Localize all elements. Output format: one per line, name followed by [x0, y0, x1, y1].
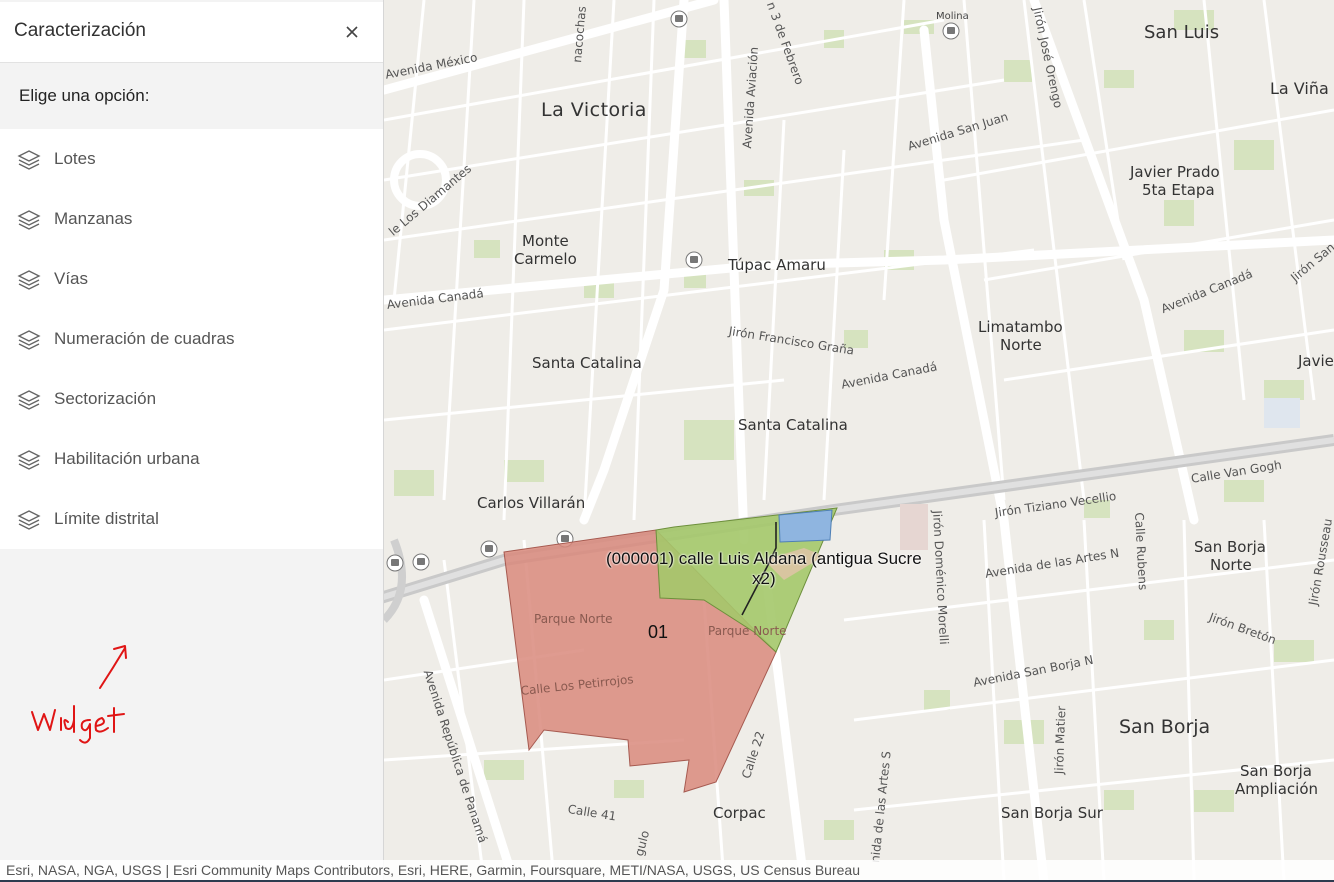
option-label: Habilitación urbana — [54, 449, 200, 468]
layers-icon — [17, 390, 41, 410]
place-label: Javier Prado — [1130, 163, 1220, 181]
widget-panel: Caracterización Elige una opción: Lotes … — [0, 0, 384, 882]
place-label: Carmelo — [514, 250, 577, 268]
park-label: Parque Norte — [534, 612, 613, 626]
option-manzanas[interactable]: Manzanas — [0, 189, 383, 249]
panel-header: Caracterización — [0, 2, 383, 63]
layers-icon — [17, 150, 41, 170]
place-label: Molina — [936, 11, 969, 22]
place-label: San Borja — [1119, 716, 1211, 738]
prompt-label: Elige una opción: — [19, 86, 150, 105]
option-vias[interactable]: Vías — [0, 249, 383, 309]
option-label: Sectorización — [54, 389, 157, 408]
block-polygon[interactable] — [778, 509, 833, 543]
place-label: San Borja — [1240, 762, 1312, 780]
options-list: Lotes Manzanas Vías Numeración de cuadra… — [0, 129, 383, 549]
place-label: Monte — [522, 232, 569, 250]
attribution-text: Esri, NASA, NGA, USGS | Esri Community M… — [6, 862, 860, 878]
place-label: Ampliación — [1235, 780, 1319, 798]
place-label: Javie — [1298, 352, 1334, 370]
place-label: San Borja Sur — [1001, 804, 1103, 822]
option-label: Vías — [54, 269, 89, 288]
place-label: San Borja — [1194, 538, 1266, 556]
place-label: Norte — [1000, 336, 1042, 354]
options-prompt: Elige una opción: — [0, 63, 383, 129]
map-view[interactable]: La Victoria San Luis La Viña Javier Prad… — [384, 0, 1334, 882]
sector-label: 01 — [648, 622, 669, 642]
park-label: Parque Norte — [708, 624, 787, 638]
layers-icon — [17, 270, 41, 290]
layers-icon — [17, 330, 41, 350]
place-label: San Luis — [1144, 22, 1220, 43]
place-label: 5ta Etapa — [1142, 181, 1215, 199]
widget-handwritten-annotation — [31, 645, 127, 744]
map-attribution: Esri, NASA, NGA, USGS | Esri Community M… — [0, 860, 1334, 882]
option-habilitacion-urbana[interactable]: Habilitación urbana — [0, 429, 383, 489]
option-numeracion-cuadras[interactable]: Numeración de cuadras — [0, 309, 383, 369]
place-label: Corpac — [713, 804, 766, 822]
place-label: Carlos Villarán — [477, 494, 586, 512]
layers-icon — [17, 510, 41, 530]
panel-title: Caracterización — [14, 20, 146, 41]
street-feature-label: (000001) calle Luis Aldana (antigua Sucr… — [606, 549, 922, 568]
feature-layer[interactable] — [384, 0, 1334, 882]
option-label: Manzanas — [54, 209, 133, 228]
place-label: La Victoria — [541, 99, 647, 121]
street-feature-label-continued: x2) — [752, 569, 776, 588]
street-label: Jirón Matier — [1052, 705, 1069, 775]
close-icon[interactable] — [340, 20, 364, 44]
layers-icon — [17, 210, 41, 230]
option-label: Lotes — [54, 149, 96, 168]
option-label: Límite distrital — [54, 509, 159, 528]
option-label: Numeración de cuadras — [54, 329, 235, 348]
option-sectorizacion[interactable]: Sectorización — [0, 369, 383, 429]
place-label: Santa Catalina — [738, 416, 848, 434]
layers-icon — [17, 450, 41, 470]
place-label: Túpac Amaru — [728, 256, 826, 274]
place-label: Norte — [1210, 556, 1252, 574]
place-label: La Viña — [1270, 79, 1329, 98]
place-label: Limatambo — [978, 318, 1063, 336]
option-limite-distrital[interactable]: Límite distrital — [0, 489, 383, 549]
place-label: Santa Catalina — [532, 354, 642, 372]
option-lotes[interactable]: Lotes — [0, 129, 383, 189]
